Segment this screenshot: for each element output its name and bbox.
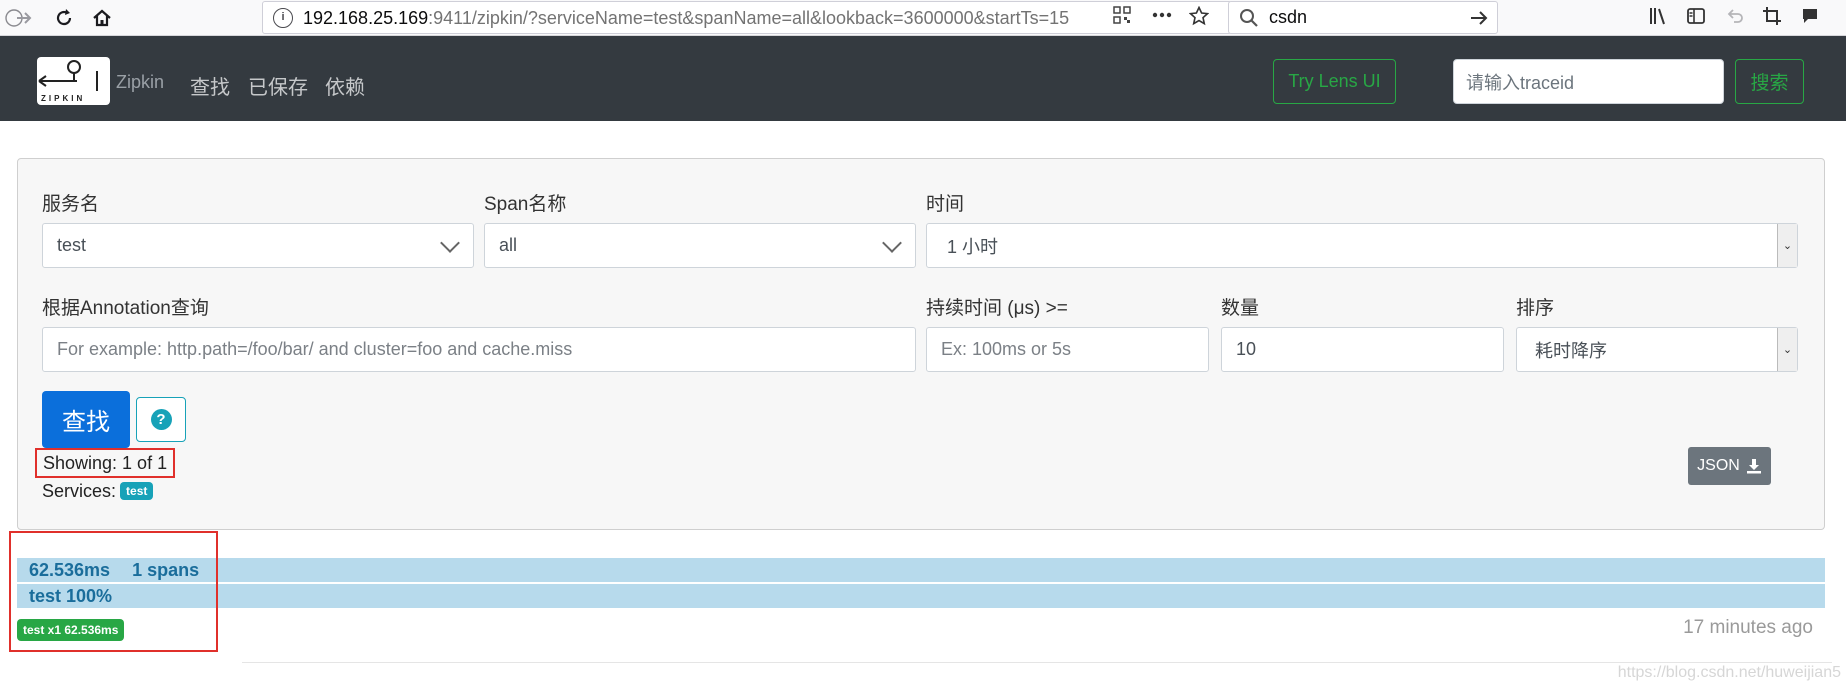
span-name-select[interactable]: all xyxy=(484,223,916,268)
sort-value: 耗时降序 xyxy=(1535,340,1607,361)
crop-icon[interactable] xyxy=(1762,6,1782,31)
services-summary: Services: test xyxy=(42,481,154,502)
try-lens-ui-button[interactable]: Try Lens UI xyxy=(1273,59,1396,104)
limit-input[interactable]: 10 xyxy=(1221,327,1504,372)
forward-icon[interactable] xyxy=(10,4,38,32)
chevron-down-icon xyxy=(882,233,902,253)
go-arrow-icon[interactable] xyxy=(1469,8,1489,33)
ellipsis-icon[interactable] xyxy=(1151,4,1173,31)
browser-search-text: csdn xyxy=(1269,7,1308,27)
time-select[interactable]: 1 小时 ⌄ xyxy=(926,223,1798,268)
watermark: https://blog.csdn.net/huweijian5 xyxy=(1617,664,1841,681)
span-name-label: Span名称 xyxy=(484,194,567,215)
home-icon[interactable] xyxy=(88,4,116,32)
search-panel: 服务名 test Span名称 all 时间 1 小时 ⌄ 根据Annotati… xyxy=(17,158,1825,530)
duration-input[interactable]: Ex: 100ms or 5s xyxy=(926,327,1209,372)
info-icon[interactable]: i xyxy=(273,8,293,28)
nav-dependencies[interactable]: 依赖 xyxy=(325,71,365,100)
annotation-label: 根据Annotation查询 xyxy=(42,298,209,319)
nav-saved[interactable]: 已保存 xyxy=(248,71,308,100)
span-name-value: all xyxy=(499,235,518,255)
service-name-label: 服务名 xyxy=(42,194,100,215)
star-icon[interactable] xyxy=(1188,5,1210,31)
sidebar-icon[interactable] xyxy=(1686,6,1706,31)
json-label: JSON xyxy=(1697,457,1740,474)
qr-code-icon[interactable] xyxy=(1113,6,1131,29)
select-arrow-icon: ⌄ xyxy=(1777,224,1797,267)
traceid-input[interactable]: 请输入traceid xyxy=(1453,59,1724,104)
service-name-value: test xyxy=(57,235,87,255)
reload-icon[interactable] xyxy=(50,4,78,32)
time-value: 1 小时 xyxy=(947,236,999,257)
app-header: ZIPKIN Zipkin 查找 已保存 依赖 Try Lens UI 请输入t… xyxy=(0,36,1846,121)
json-download-button[interactable]: JSON xyxy=(1688,447,1771,485)
duration-label: 持续时间 (μs) >= xyxy=(926,298,1068,319)
sort-select[interactable]: 耗时降序 ⌄ xyxy=(1516,327,1798,372)
find-button[interactable]: 查找 xyxy=(42,391,130,448)
brand-name[interactable]: Zipkin xyxy=(116,72,164,93)
services-label: Services: xyxy=(42,481,117,501)
download-icon xyxy=(1746,459,1761,474)
select-arrow-icon: ⌄ xyxy=(1777,328,1797,371)
result-divider xyxy=(242,662,1832,663)
undo-icon[interactable] xyxy=(1725,6,1745,31)
help-button[interactable]: ? xyxy=(136,397,186,442)
search-icon xyxy=(1239,8,1259,33)
logo-word: ZIPKIN xyxy=(41,94,86,103)
library-icon[interactable] xyxy=(1648,6,1668,31)
zipkin-logo[interactable]: ZIPKIN xyxy=(37,57,110,105)
chevron-down-icon xyxy=(440,233,460,253)
traceid-search-button[interactable]: 搜索 xyxy=(1735,59,1804,104)
annotation-query-input[interactable]: For example: http.path=/foo/bar/ and clu… xyxy=(42,327,916,372)
showing-count: Showing: 1 of 1 xyxy=(35,448,176,478)
url-text: 192.168.25.169:9411/zipkin/?serviceName=… xyxy=(303,8,1070,28)
service-percentage-bar[interactable]: test 100% xyxy=(17,584,1825,608)
service-name-select[interactable]: test xyxy=(42,223,474,268)
zipkin-logo-mark xyxy=(38,60,98,91)
browser-toolbar: i 192.168.25.169:9411/zipkin/?serviceNam… xyxy=(0,0,1846,36)
limit-label: 数量 xyxy=(1221,298,1260,319)
nav-find[interactable]: 查找 xyxy=(190,71,230,100)
service-badge[interactable]: test xyxy=(120,482,154,500)
sort-label: 排序 xyxy=(1516,298,1555,319)
trace-duration-bar[interactable]: 62.536ms 1 spans xyxy=(17,558,1825,582)
browser-search-box[interactable]: csdn xyxy=(1228,1,1498,34)
address-bar[interactable]: i 192.168.25.169:9411/zipkin/?serviceNam… xyxy=(262,1,1232,34)
time-label: 时间 xyxy=(926,194,965,215)
result-highlight-box xyxy=(9,531,218,652)
chat-icon[interactable] xyxy=(1800,6,1820,31)
question-icon: ? xyxy=(150,409,172,430)
trace-time-ago: 17 minutes ago xyxy=(1683,617,1813,638)
